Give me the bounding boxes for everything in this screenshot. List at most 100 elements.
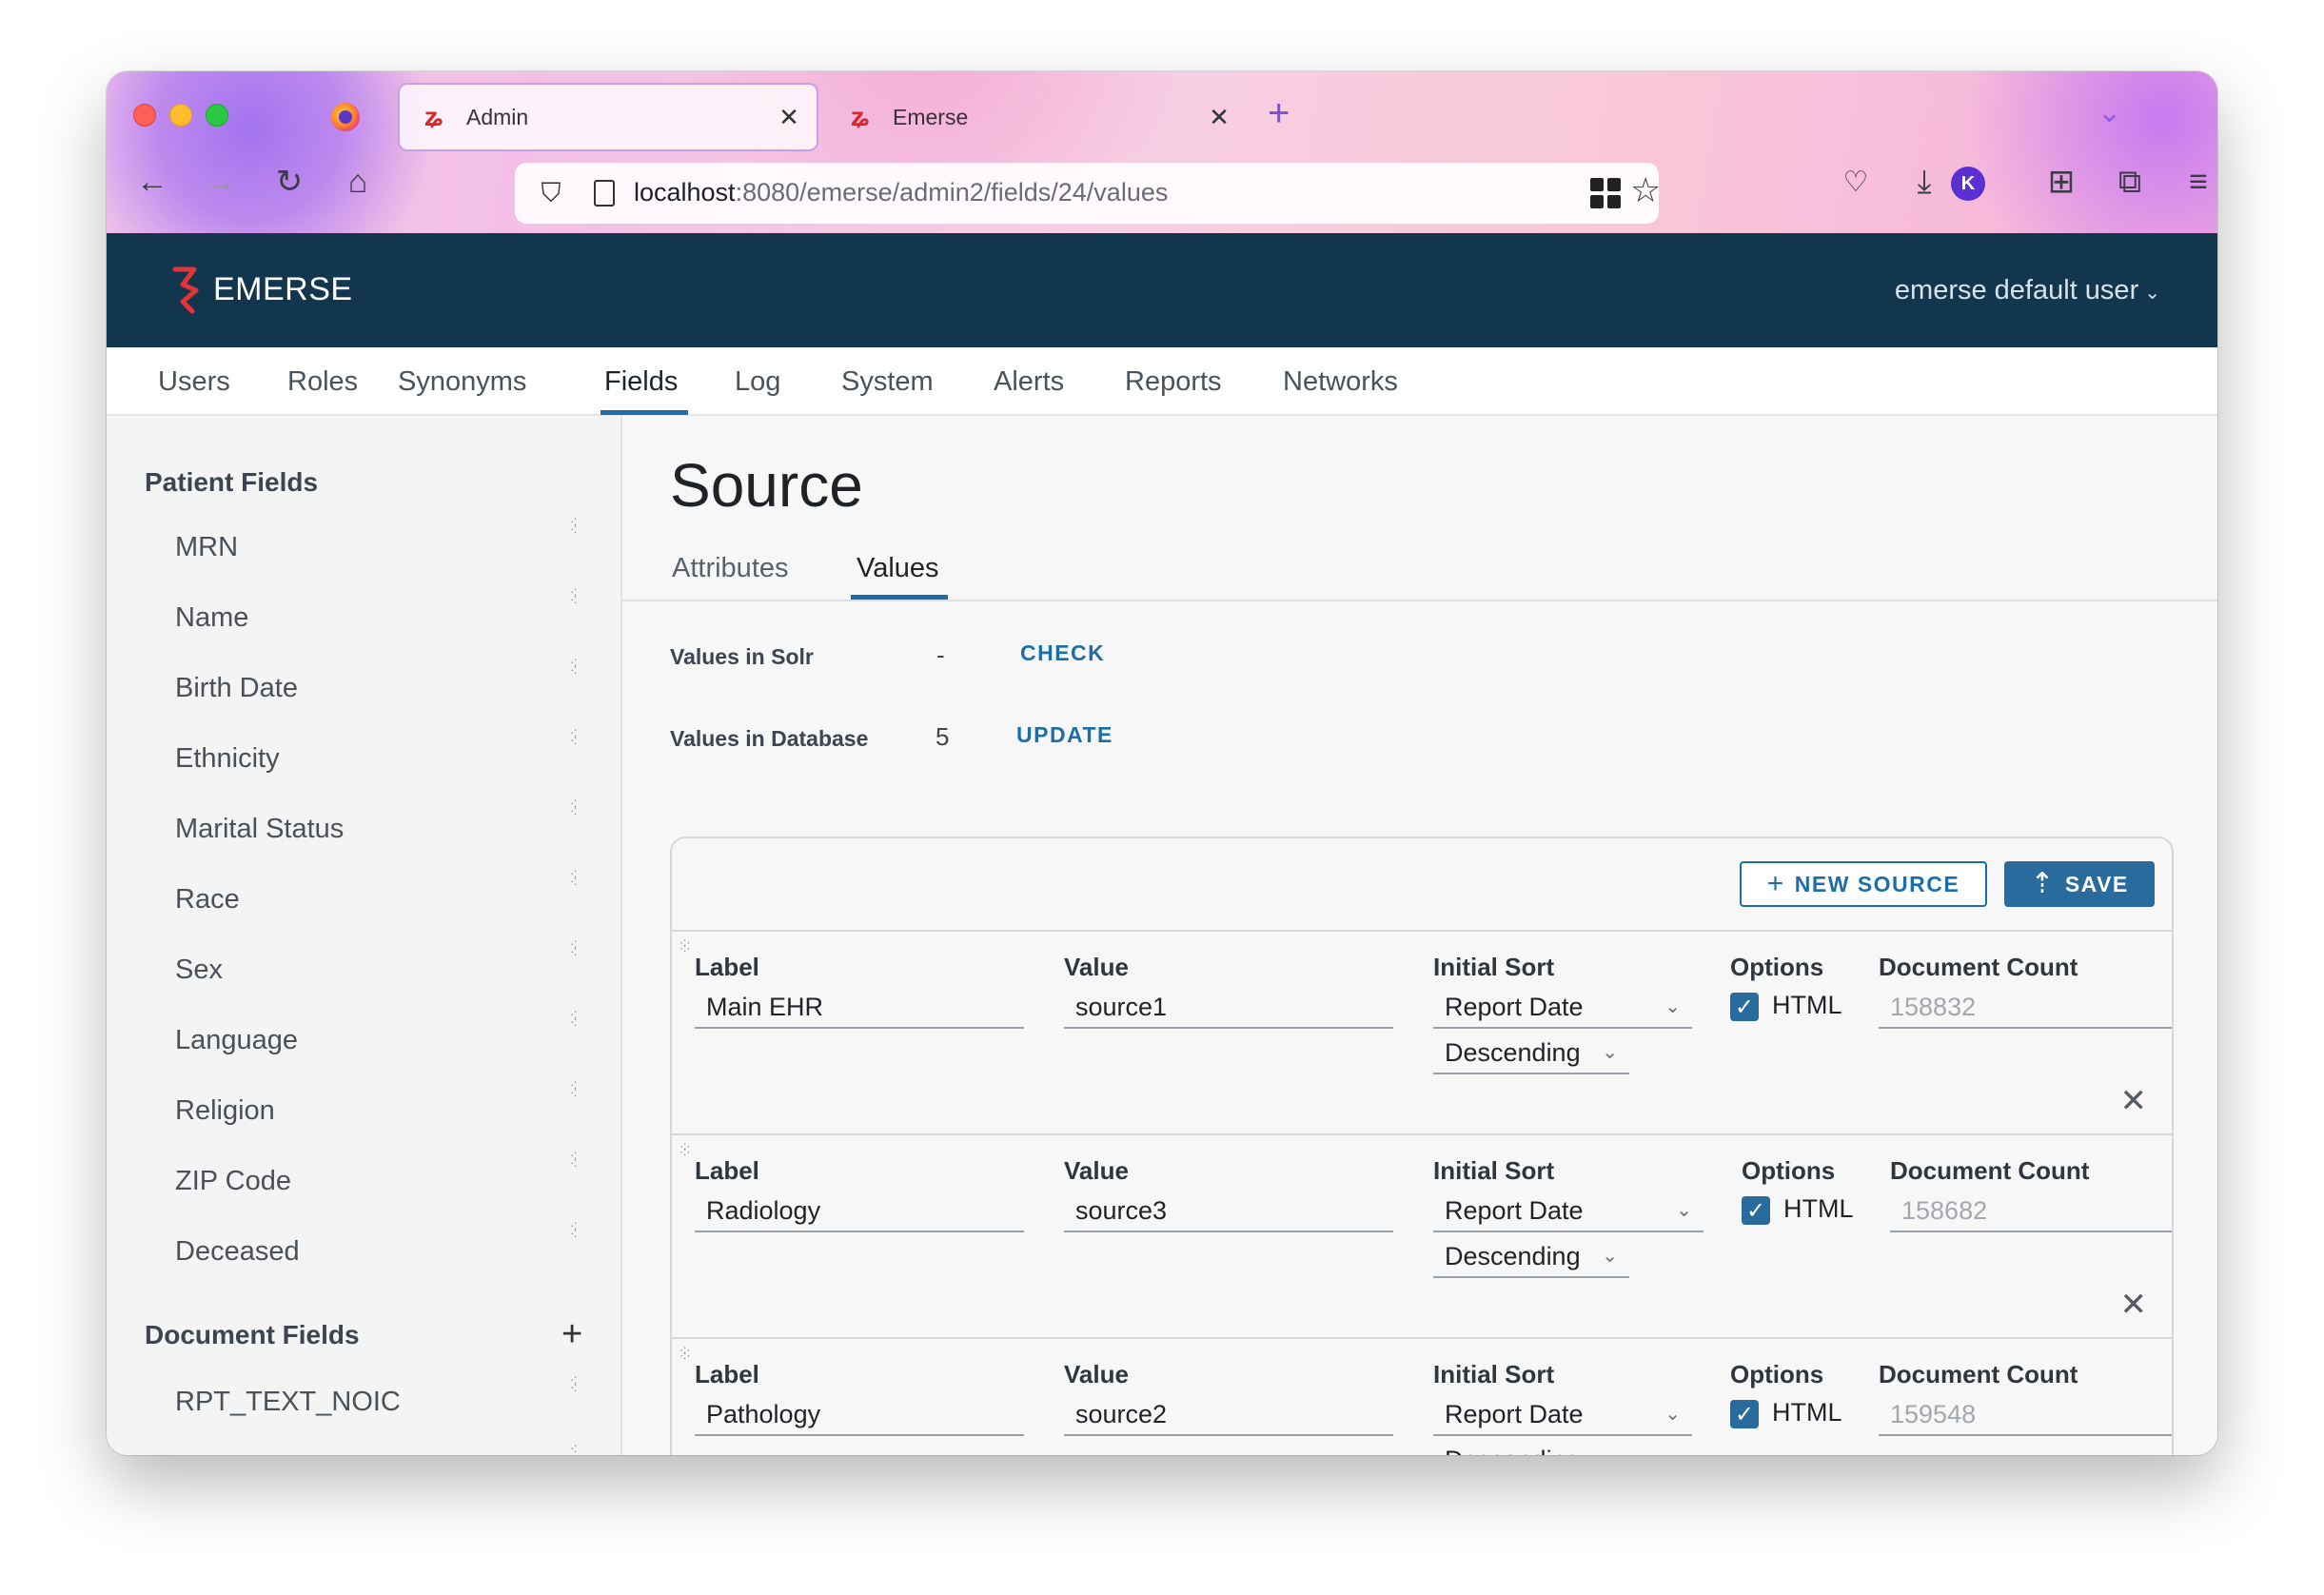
html-checkbox[interactable]: ✓ [1730, 993, 1759, 1021]
sidebar-item-zip-code[interactable]: ZIP Code [175, 1166, 291, 1197]
nav-system[interactable]: System [841, 366, 934, 398]
sidebar-item-rpt-text-noic[interactable]: RPT_TEXT_NOIC [175, 1387, 401, 1418]
drag-handle-icon[interactable]: ·: [570, 1441, 578, 1454]
nav-fields[interactable]: Fields [604, 366, 678, 398]
browser-window: ʑ Admin ✕ ʑ Emerse ✕ + ⌄ ← → ↻ ⌂ ⛉ local… [107, 71, 2217, 1455]
close-tab-icon[interactable]: ✕ [1203, 103, 1235, 132]
emerse-logo-icon[interactable] [166, 262, 213, 319]
url-text[interactable]: localhost:8080/emerse/admin2/fields/24/v… [634, 178, 1168, 207]
drag-handle-icon[interactable]: ·: ·: [570, 866, 578, 887]
url-bar[interactable]: ⛉ localhost:8080/emerse/admin2/fields/24… [515, 163, 1661, 224]
close-window-button[interactable] [133, 104, 156, 127]
sidebar-item-language[interactable]: Language [175, 1025, 298, 1056]
value-column-label: Value [1064, 1360, 1129, 1388]
drag-handle-icon[interactable]: ·: ·: [570, 1077, 578, 1098]
reload-icon[interactable]: ↻ [263, 155, 316, 208]
sidebar-item-sex[interactable]: Sex [175, 955, 223, 986]
sort-direction-select[interactable]: Descending ⌄ [1433, 1440, 1629, 1455]
sort-field-value: Report Date [1445, 993, 1584, 1021]
sidebar-item-ethnicity[interactable]: Ethnicity [175, 743, 280, 775]
minimize-window-button[interactable] [169, 104, 192, 127]
drag-handle-icon[interactable]: ·:· ·:· [679, 1344, 690, 1361]
sidebar-item-deceased[interactable]: Deceased [175, 1236, 300, 1268]
bookmark-star-icon[interactable]: ☆ [1630, 170, 1661, 210]
update-button[interactable]: UPDATE [1016, 722, 1113, 748]
extensions-icon[interactable]: ⧉ [2103, 155, 2157, 208]
back-icon[interactable]: ← [126, 155, 179, 208]
emerse-favicon-icon: ʑ [851, 102, 870, 131]
remove-row-icon[interactable]: ✕ [2120, 1082, 2148, 1120]
nav-roles[interactable]: Roles [287, 366, 358, 398]
nav-log[interactable]: Log [735, 366, 780, 398]
subtab-divider [622, 600, 2217, 601]
sidebar-item-name[interactable]: Name [175, 602, 248, 634]
list-all-tabs-icon[interactable]: ⌄ [2098, 96, 2121, 129]
initial-sort-label: Initial Sort [1433, 953, 1555, 981]
close-tab-icon[interactable]: ✕ [773, 103, 805, 132]
drag-handle-icon[interactable]: ·: ·: [570, 584, 578, 605]
sidebar-item-religion[interactable]: Religion [175, 1095, 275, 1127]
home-icon[interactable]: ⌂ [331, 155, 384, 208]
browser-tab-emerse[interactable]: ʑ Emerse ✕ [826, 83, 1247, 151]
drag-handle-icon[interactable]: ·:· ·:· [679, 1140, 690, 1157]
drag-handle-icon[interactable]: ·: ·: [570, 514, 578, 535]
nav-networks[interactable]: Networks [1283, 366, 1398, 398]
value-input[interactable]: source1 [1064, 987, 1393, 1029]
sidebar-item-marital-status[interactable]: Marital Status [175, 814, 344, 845]
app-name[interactable]: EMERSE [213, 271, 353, 308]
drag-handle-icon[interactable]: ·: ·: [570, 725, 578, 746]
forward-icon[interactable]: → [194, 155, 247, 208]
drag-handle-icon[interactable]: ·: ·: [570, 1372, 578, 1393]
source-row: ·:· ·:· Label Radiology Value source3 Ini… [672, 1133, 2172, 1337]
sidebar-item-race[interactable]: Race [175, 884, 240, 916]
drag-handle-icon[interactable]: ·: ·: [570, 1218, 578, 1239]
nav-users[interactable]: Users [158, 366, 230, 398]
pocket-icon[interactable]: ♡ [1829, 155, 1882, 208]
user-menu[interactable]: emerse default user ⌄ [1895, 275, 2160, 306]
maximize-window-button[interactable] [206, 104, 228, 127]
hamburger-menu-icon[interactable]: ≡ [2172, 155, 2217, 208]
sort-field-select[interactable]: Report Date ⌄ [1433, 987, 1692, 1029]
sort-field-select[interactable]: Report Date ⌄ [1433, 1191, 1704, 1232]
drag-handle-icon[interactable]: ·: ·: [570, 796, 578, 817]
add-document-field-icon[interactable]: + [561, 1316, 582, 1352]
new-tab-button[interactable]: + [1268, 92, 1290, 135]
apps-icon[interactable]: ⊞ [2035, 155, 2088, 208]
save-button[interactable]: ⇡ SAVE [2004, 861, 2155, 907]
sort-direction-select[interactable]: Descending ⌄ [1433, 1033, 1629, 1074]
nav-reports[interactable]: Reports [1125, 366, 1222, 398]
shield-icon[interactable]: ⛉ [532, 174, 570, 212]
label-input[interactable]: Main EHR [695, 987, 1024, 1029]
initial-sort-label: Initial Sort [1433, 1156, 1555, 1185]
drag-handle-icon[interactable]: ·: ·: [570, 1148, 578, 1169]
drag-handle-icon[interactable]: ·:· ·:· [679, 936, 690, 954]
sort-field-select[interactable]: Report Date ⌄ [1433, 1394, 1692, 1436]
browser-tab-admin[interactable]: ʑ Admin ✕ [398, 83, 818, 151]
value-input[interactable]: source2 [1064, 1394, 1393, 1436]
check-button[interactable]: CHECK [1020, 640, 1105, 666]
page-info-icon[interactable] [585, 174, 623, 212]
sort-direction-select[interactable]: Descending ⌄ [1433, 1236, 1629, 1278]
sidebar-item-mrn[interactable]: MRN [175, 532, 238, 563]
sort-field-value: Report Date [1445, 1196, 1584, 1225]
value-input[interactable]: source3 [1064, 1191, 1393, 1232]
label-input[interactable]: Pathology [695, 1394, 1024, 1436]
label-input[interactable]: Radiology [695, 1191, 1024, 1232]
nav-synonyms[interactable]: Synonyms [398, 366, 526, 398]
account-avatar[interactable]: K [1951, 167, 1985, 201]
drag-handle-icon[interactable]: ·: ·: [570, 936, 578, 957]
drag-handle-icon[interactable]: ·: ·: [570, 1007, 578, 1028]
tab-attributes[interactable]: Attributes [672, 553, 789, 584]
downloads-icon[interactable]: ⤓ [1898, 155, 1951, 208]
new-source-button[interactable]: + NEW SOURCE [1740, 861, 1987, 907]
nav-alerts[interactable]: Alerts [994, 366, 1064, 398]
sidebar-item-birth-date[interactable]: Birth Date [175, 673, 298, 704]
document-count-label: Document Count [1879, 1360, 2078, 1388]
firefox-icon[interactable] [331, 103, 360, 131]
remove-row-icon[interactable]: ✕ [2120, 1286, 2148, 1324]
tab-values[interactable]: Values [857, 553, 939, 584]
html-checkbox[interactable]: ✓ [1730, 1400, 1759, 1428]
html-checkbox[interactable]: ✓ [1742, 1196, 1770, 1225]
drag-handle-icon[interactable]: ·: ·: [570, 655, 578, 676]
qr-code-icon[interactable] [1590, 178, 1621, 208]
